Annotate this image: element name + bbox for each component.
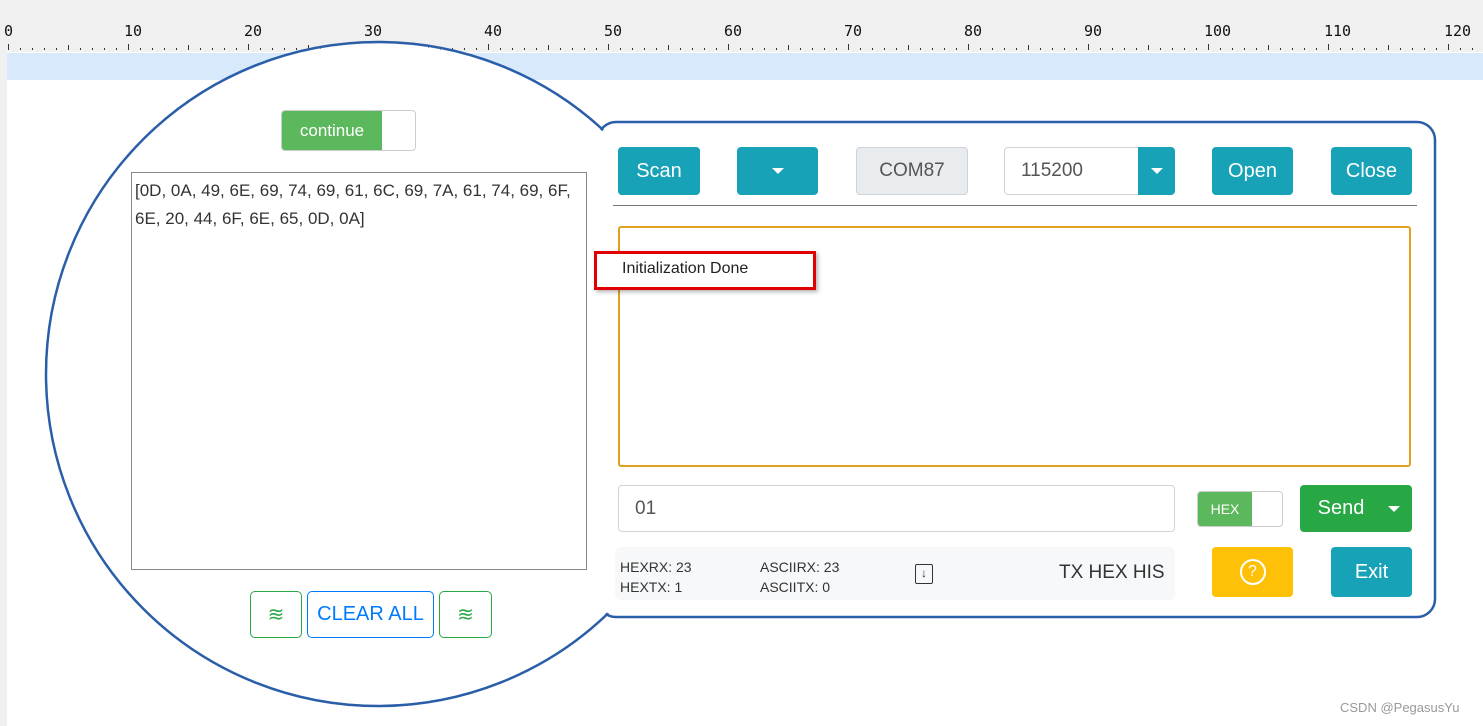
wind-icon: ≋ — [457, 604, 474, 626]
send-button[interactable]: Send — [1300, 485, 1412, 532]
question-icon: ? — [1239, 559, 1266, 585]
exit-button[interactable]: Exit — [1331, 547, 1412, 597]
stats-panel: HEXRX: 23 HEXTX: 1 ASCIIRX: 23 ASCIITX: … — [615, 547, 1175, 600]
caret-down-icon — [1150, 168, 1163, 174]
save-log-icon[interactable]: ↓ — [915, 564, 933, 584]
port-dropdown-button[interactable] — [737, 147, 818, 195]
hex-toggle-label: HEX — [1198, 492, 1252, 526]
received-text: Initialization Done — [622, 260, 749, 277]
baud-field[interactable]: 115200 — [1004, 147, 1140, 195]
open-button[interactable]: Open — [1212, 147, 1293, 195]
port-field: COM87 — [856, 147, 968, 195]
close-button[interactable]: Close — [1331, 147, 1412, 195]
tx-history-button[interactable]: TX HEX HIS — [1059, 562, 1165, 584]
wind-left-button[interactable]: ≋ — [250, 591, 302, 638]
hextx-label: HEXTX: — [620, 579, 671, 595]
asciirx-label: ASCIIRX: — [760, 559, 820, 575]
scan-button[interactable]: Scan — [618, 147, 700, 195]
wind-icon: ≋ — [267, 604, 285, 626]
continue-toggle-label: continue — [282, 111, 382, 150]
wind-right-button[interactable]: ≋ — [439, 591, 492, 638]
continue-toggle[interactable]: continue — [281, 110, 416, 151]
baud-dropdown-button[interactable] — [1138, 147, 1175, 195]
hexrx-value: 23 — [676, 559, 692, 575]
asciitx-label: ASCIITX: — [760, 579, 819, 595]
asciirx-value: 23 — [823, 559, 840, 575]
hex-output-text: [0D, 0A, 49, 6E, 69, 74, 69, 61, 6C, 69,… — [135, 181, 571, 228]
watermark: CSDN @PegasusYu — [1340, 700, 1460, 715]
clear-all-button[interactable]: CLEAR ALL — [307, 591, 434, 638]
send-input[interactable]: 01 — [618, 485, 1175, 532]
hex-toggle[interactable]: HEX — [1197, 491, 1283, 527]
caret-down-icon — [771, 168, 784, 174]
send-label: Send — [1317, 497, 1365, 519]
hexrx-label: HEXRX: — [620, 559, 673, 575]
hextx-value: 1 — [674, 579, 683, 595]
help-button[interactable]: ? — [1212, 547, 1293, 597]
caret-down-icon — [1388, 505, 1400, 512]
hex-output-area[interactable]: [0D, 0A, 49, 6E, 69, 74, 69, 61, 6C, 69,… — [131, 172, 587, 570]
asciitx-value: 0 — [822, 579, 831, 595]
divider — [613, 205, 1417, 206]
